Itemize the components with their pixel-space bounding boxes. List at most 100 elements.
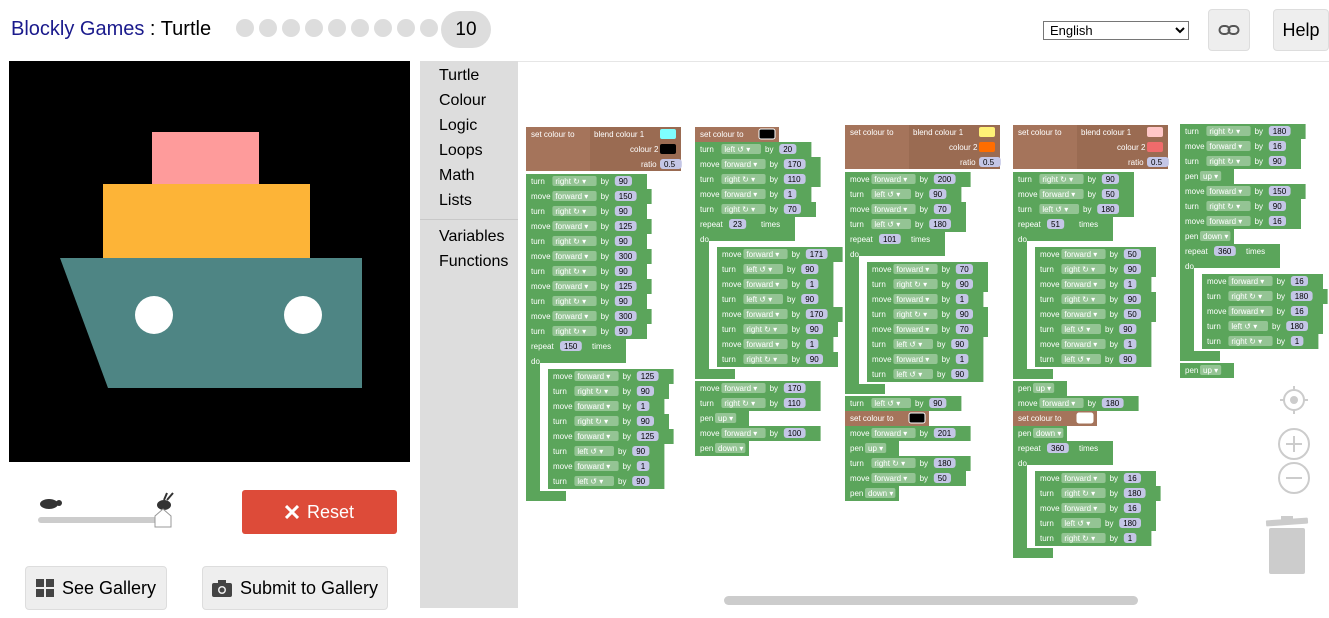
- help-button[interactable]: Help: [1273, 9, 1329, 51]
- block-stack-2[interactable]: set colour to turn left ↺ ▾ by 20 move forward…: [695, 127, 843, 456]
- reset-button[interactable]: Reset: [242, 490, 397, 534]
- block-label: by: [920, 205, 928, 214]
- level-dot[interactable]: [305, 19, 323, 37]
- block-label: move: [850, 175, 870, 184]
- block-label: move: [1040, 310, 1060, 319]
- block-label: turn: [1040, 534, 1054, 543]
- number-value: 180: [1128, 489, 1142, 498]
- submit-gallery-button[interactable]: Submit to Gallery: [202, 566, 388, 610]
- block-label: move: [722, 310, 742, 319]
- number-value: 90: [619, 267, 628, 276]
- block-label: set colour to: [1018, 128, 1062, 137]
- zoom-in-icon[interactable]: [1277, 427, 1311, 461]
- level-dot[interactable]: [351, 19, 369, 37]
- category-loops[interactable]: Loops: [439, 142, 483, 160]
- block-stack-5[interactable]: turn right ↻ ▾ by 180 move forward ▾ by 16 turn r…: [1180, 124, 1328, 378]
- trash-icon[interactable]: [1265, 516, 1309, 574]
- gallery-icon: [35, 579, 54, 597]
- dropdown-value: left ↺ ▾: [724, 145, 750, 154]
- dropdown-value: forward ▾: [555, 192, 588, 201]
- dropdown-value: forward ▾: [1209, 142, 1242, 151]
- level-dot[interactable]: [397, 19, 415, 37]
- block-label: times: [1079, 220, 1098, 229]
- block-label: turn: [850, 190, 864, 199]
- number-value: 90: [619, 207, 628, 216]
- level-dot[interactable]: [374, 19, 392, 37]
- number-value: 50: [1106, 190, 1115, 199]
- block-label: turn: [872, 340, 886, 349]
- recenter-icon[interactable]: [1277, 383, 1311, 417]
- level-dot[interactable]: [282, 19, 300, 37]
- block-label: repeat: [1018, 220, 1041, 229]
- level-dot[interactable]: [236, 19, 254, 37]
- block-label: by: [601, 222, 609, 231]
- number-value: 171: [810, 250, 824, 259]
- block-label: move: [722, 250, 742, 259]
- block-label: by: [601, 237, 609, 246]
- block-label: set colour to: [850, 414, 894, 423]
- level-dot[interactable]: [259, 19, 277, 37]
- dropdown-value: forward ▾: [724, 160, 757, 169]
- level-dot[interactable]: [328, 19, 346, 37]
- speed-slider[interactable]: [34, 492, 179, 532]
- dropdown-value: right ↻ ▾: [1064, 534, 1095, 543]
- category-colour[interactable]: Colour: [439, 92, 486, 110]
- colour-swatch[interactable]: [1076, 412, 1094, 424]
- colour-swatch[interactable]: [1147, 127, 1163, 137]
- category-turtle[interactable]: Turtle: [439, 67, 479, 85]
- number-value: 90: [810, 325, 819, 334]
- block-label: by: [770, 205, 778, 214]
- category-lists[interactable]: Lists: [439, 192, 472, 210]
- colour-swatch[interactable]: [979, 127, 995, 137]
- block-label: move: [1040, 340, 1060, 349]
- colour-swatch[interactable]: [660, 144, 676, 154]
- dropdown-value: right ↻ ▾: [555, 237, 586, 246]
- block-label: turn: [1040, 265, 1054, 274]
- repeat-block-foot: [845, 384, 885, 394]
- block-label: move: [531, 252, 551, 261]
- number-value: 90: [955, 340, 964, 349]
- block-stack-1[interactable]: set colour to blend colour 1 colour 2 ratio…: [526, 127, 682, 501]
- app-name-link[interactable]: Blockly Games: [11, 18, 144, 40]
- number-value: 125: [619, 222, 633, 231]
- block-label: by: [1110, 489, 1118, 498]
- dropdown-value: right ↻ ▾: [1042, 175, 1073, 184]
- dropdown-value: up ▾: [868, 444, 883, 453]
- dropdown-value: forward ▾: [896, 325, 929, 334]
- link-button[interactable]: [1208, 9, 1250, 51]
- colour-swatch[interactable]: [660, 129, 676, 139]
- number-value: 16: [1295, 277, 1304, 286]
- blockly-workspace[interactable]: set colour to blend colour 1 colour 2 ratio…: [518, 61, 1329, 608]
- colour-swatch[interactable]: [908, 412, 926, 424]
- horizontal-scrollbar[interactable]: [724, 596, 1138, 605]
- category-math[interactable]: Math: [439, 167, 475, 185]
- block-label: turn: [531, 267, 545, 276]
- block-label: turn: [553, 447, 567, 456]
- block-stack-4[interactable]: set colour to blend colour 1 colour 2 ratio…: [1013, 125, 1169, 558]
- block-label: turn: [1207, 322, 1221, 331]
- slider-handle[interactable]: [154, 508, 172, 528]
- number-value: 150: [564, 342, 578, 351]
- block-label: turn: [531, 207, 545, 216]
- category-variables[interactable]: Variables: [439, 228, 505, 246]
- language-select[interactable]: English: [1043, 21, 1189, 40]
- block-label: move: [1040, 504, 1060, 513]
- block-label: repeat: [1018, 444, 1041, 453]
- dropdown-value: right ↻ ▾: [724, 399, 755, 408]
- block-label: by: [920, 175, 928, 184]
- zoom-out-icon[interactable]: [1277, 461, 1311, 495]
- colour-swatch[interactable]: [979, 142, 995, 152]
- level-dot[interactable]: [420, 19, 438, 37]
- block-label: by: [937, 370, 945, 379]
- block-label: pen: [1018, 429, 1031, 438]
- current-level-badge[interactable]: 10: [441, 11, 491, 48]
- colour-swatch[interactable]: [1147, 142, 1163, 152]
- block-label: pen: [1185, 366, 1198, 375]
- block-stack-3[interactable]: set colour to blend colour 1 colour 2 ratio…: [845, 125, 1001, 501]
- see-gallery-button[interactable]: See Gallery: [25, 566, 167, 610]
- level-dots: [236, 19, 438, 37]
- category-logic[interactable]: Logic: [439, 117, 477, 135]
- category-functions[interactable]: Functions: [439, 253, 508, 271]
- colour-swatch[interactable]: [758, 128, 776, 140]
- block-label: by: [601, 267, 609, 276]
